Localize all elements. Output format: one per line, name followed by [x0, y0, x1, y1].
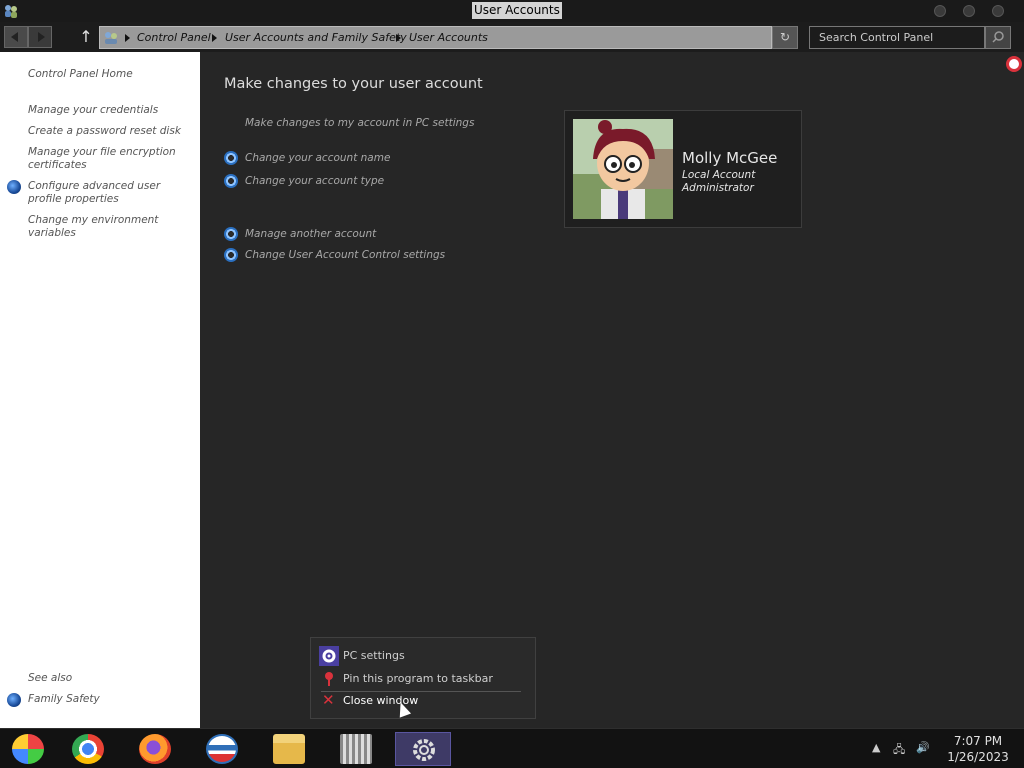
- clock-date: 1/26/2023: [947, 750, 1009, 764]
- help-icon[interactable]: [1006, 56, 1022, 72]
- family-safety-icon: [7, 693, 21, 707]
- avatar[interactable]: [573, 119, 673, 219]
- taskbar-context-menu: PC settings Pin this program to taskbar …: [310, 637, 536, 719]
- change-account-type-link[interactable]: Change your account type: [245, 175, 384, 187]
- taskbar-firefox[interactable]: [127, 732, 183, 766]
- control-panel-icon: [105, 32, 117, 44]
- volume-icon[interactable]: 🔊: [916, 741, 930, 754]
- shield-icon: [224, 248, 238, 262]
- close-window-button[interactable]: [992, 5, 1004, 17]
- pin-to-taskbar-menu-item[interactable]: Pin this program to taskbar: [343, 672, 493, 685]
- navigation-bar: ↑ Control Panel User Accounts and Family…: [0, 22, 1024, 52]
- menu-divider: [321, 691, 521, 692]
- see-also-heading: See also: [28, 672, 73, 684]
- forward-arrow-icon: [38, 32, 45, 42]
- breadcrumb-control-panel[interactable]: Control Panel: [137, 31, 211, 44]
- file-explorer-icon: [273, 734, 305, 764]
- breadcrumb-separator-icon: [212, 34, 217, 42]
- title-bar: User Accounts: [0, 0, 1024, 22]
- back-button[interactable]: [4, 26, 28, 48]
- back-arrow-icon: [11, 32, 18, 42]
- taskbar-outlook[interactable]: [194, 732, 250, 766]
- account-type-label: Local Account: [682, 169, 756, 181]
- minimize-button[interactable]: [934, 5, 946, 17]
- network-icon[interactable]: 🖧: [893, 741, 905, 760]
- refresh-button[interactable]: ↻: [772, 26, 798, 49]
- main-panel: Make changes to your user account Make c…: [200, 52, 1024, 728]
- shield-icon: [224, 227, 238, 241]
- close-icon: ✕: [322, 691, 335, 709]
- account-role-label: Administrator: [682, 182, 754, 194]
- address-bar[interactable]: Control Panel User Accounts and Family S…: [99, 26, 772, 49]
- taskbar-chrome[interactable]: [60, 732, 116, 766]
- chrome-icon: [72, 734, 104, 764]
- manage-encryption-certificates-link[interactable]: Manage your file encryption certificates: [28, 146, 194, 172]
- breadcrumb-separator-icon: [125, 34, 130, 42]
- control-panel-home-link[interactable]: Control Panel Home: [28, 68, 194, 81]
- taskbar-store[interactable]: [328, 732, 384, 766]
- create-password-reset-disk-link[interactable]: Create a password reset disk: [28, 125, 194, 138]
- change-environment-variables-link[interactable]: Change my environment variables: [28, 214, 194, 240]
- shield-icon: [7, 180, 21, 194]
- sidebar: Control Panel Home Manage your credentia…: [0, 52, 200, 728]
- shield-icon: [224, 151, 238, 165]
- uac-settings-link[interactable]: Change User Account Control settings: [245, 249, 445, 261]
- breadcrumb-user-accounts-family-safety[interactable]: User Accounts and Family Safety: [225, 31, 407, 44]
- user-accounts-icon: [5, 5, 17, 18]
- window-title: User Accounts: [472, 2, 562, 19]
- clock-time: 7:07 PM: [953, 734, 1003, 748]
- store-icon: [340, 734, 372, 764]
- taskbar: ▲ 🖧 🔊 7:07 PM 1/26/2023: [0, 728, 1024, 768]
- search-button[interactable]: [985, 26, 1011, 49]
- page-title: Make changes to your user account: [224, 76, 483, 92]
- pin-icon: [325, 672, 333, 686]
- breadcrumb-user-accounts[interactable]: User Accounts: [409, 31, 488, 44]
- pc-settings-menu-item[interactable]: PC settings: [343, 649, 405, 662]
- taskbar-file-explorer[interactable]: [261, 732, 317, 766]
- search-input[interactable]: Search Control Panel: [809, 26, 985, 49]
- clock[interactable]: 7:07 PM 1/26/2023: [938, 733, 1018, 765]
- user-card: Molly McGee Local Account Administrator: [564, 110, 802, 228]
- show-hidden-icons-chevron-icon[interactable]: ▲: [872, 741, 880, 754]
- breadcrumb-separator-icon: [396, 34, 401, 42]
- up-arrow-icon[interactable]: ↑: [78, 27, 94, 47]
- settings-gear-icon: [319, 646, 339, 666]
- configure-profile-properties-link[interactable]: Configure advanced user profile properti…: [28, 180, 194, 206]
- user-name: Molly McGee: [682, 149, 778, 167]
- taskbar-media-center[interactable]: [0, 732, 56, 766]
- manage-another-account-link[interactable]: Manage another account: [245, 228, 376, 240]
- taskbar-settings[interactable]: [395, 732, 451, 766]
- media-center-icon: [12, 734, 44, 764]
- outlook-icon: [206, 734, 238, 764]
- search-icon: [992, 31, 1004, 43]
- forward-button[interactable]: [28, 26, 52, 48]
- settings-icon: [413, 739, 435, 761]
- shield-icon: [224, 174, 238, 188]
- pc-settings-link[interactable]: Make changes to my account in PC setting…: [245, 117, 474, 129]
- family-safety-link[interactable]: Family Safety: [28, 693, 194, 706]
- change-account-name-link[interactable]: Change your account name: [245, 152, 390, 164]
- maximize-button[interactable]: [963, 5, 975, 17]
- manage-credentials-link[interactable]: Manage your credentials: [28, 104, 194, 117]
- firefox-icon: [139, 734, 171, 764]
